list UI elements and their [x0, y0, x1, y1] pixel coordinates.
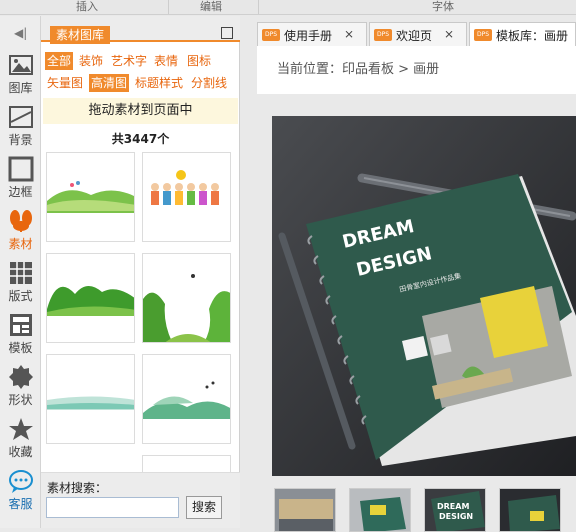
sidebar-item-template[interactable]: 模板 — [0, 312, 41, 364]
sidebar-item-label: 边框 — [8, 185, 33, 199]
dps-badge: DPS — [474, 29, 492, 41]
material-thumbnail[interactable] — [142, 152, 231, 242]
category-emoji[interactable]: 表情 — [152, 52, 180, 70]
background-icon — [8, 106, 33, 128]
tab-label: 欢迎页 — [396, 29, 433, 43]
page-thumbnail[interactable]: DREAM DESIGN — [424, 488, 486, 532]
sidebar-item-gallery[interactable]: 图库 — [0, 52, 41, 104]
sidebar-item-shape[interactable]: 形状 — [0, 364, 41, 416]
layout-icon — [9, 262, 32, 284]
category-decoration[interactable]: 装饰 — [77, 52, 105, 70]
ribbon-group-insert: 插入 — [76, 0, 98, 13]
sidebar-item-layout[interactable]: 版式 — [0, 260, 41, 312]
tab-label: 使用手册 — [284, 29, 333, 43]
sidebar-item-label: 背景 — [8, 133, 33, 147]
chat-icon — [8, 470, 33, 493]
category-word-art[interactable]: 艺术字 — [109, 52, 149, 70]
sidebar-item-favorites[interactable]: 收藏 — [0, 416, 41, 468]
sidebar-item-material[interactable]: 素材 — [0, 208, 41, 260]
page-thumbnail[interactable] — [274, 488, 336, 532]
material-icon — [9, 210, 32, 232]
page-thumbnail[interactable] — [499, 488, 561, 532]
tab-label: 模板库：画册 — [496, 29, 569, 43]
material-search-area: 素材搜索： 搜索 — [41, 472, 240, 528]
shape-icon — [8, 365, 33, 389]
search-label: 素材搜索： — [47, 481, 108, 495]
sidebar-item-border[interactable]: 边框 — [0, 156, 41, 208]
sidebar-item-label: 素材 — [8, 237, 33, 251]
close-icon[interactable]: ⨯ — [444, 27, 454, 41]
svg-text:DESIGN: DESIGN — [439, 512, 473, 521]
sidebar-item-label: 形状 — [8, 393, 33, 407]
material-thumbnail[interactable] — [142, 354, 231, 444]
material-search-input[interactable] — [46, 497, 179, 518]
dps-badge: DPS — [262, 29, 280, 41]
close-icon[interactable]: ⨯ — [344, 27, 354, 41]
expand-icon[interactable] — [221, 27, 233, 39]
panel-header: 素材图库 — [41, 16, 240, 44]
ribbon-group-edit: 编辑 — [200, 0, 222, 13]
page-thumbnail[interactable] — [349, 488, 411, 532]
sidebar-item-label: 版式 — [8, 289, 33, 303]
ribbon-group-font: 字体 — [432, 0, 454, 13]
template-icon — [9, 314, 32, 336]
drag-hint: 拖动素材到页面中 — [43, 98, 238, 124]
breadcrumb: 当前位置：印品看板 > 画册 — [277, 62, 440, 77]
main-content: 当前位置：印品看板 > 画册 DREAM DESIGN 田骨室内设计作品集 DR… — [257, 46, 576, 532]
category-divider[interactable]: 分割线 — [189, 74, 229, 92]
material-thumbnail[interactable] — [46, 253, 135, 343]
tab-welcome[interactable]: DPS 欢迎页 ⨯ — [369, 22, 467, 46]
dps-badge: DPS — [374, 29, 392, 41]
gallery-icon — [8, 55, 33, 75]
sidebar-item-label: 收藏 — [8, 445, 33, 459]
material-count: 共3447个 — [111, 132, 170, 146]
left-toolbar: ◀| 图库 背景 边框 素材 版式 模板 形状 收藏 客服 — [0, 16, 41, 528]
category-icons[interactable]: 图标 — [185, 52, 213, 70]
category-hd[interactable]: 高清图 — [89, 74, 130, 92]
ribbon-group-labels: 插入 编辑 字体 — [0, 0, 576, 15]
document-tabs: DPS 使用手册 ⨯ DPS 欢迎页 ⨯ DPS 模板库：画册 — [257, 20, 576, 46]
category-vector[interactable]: 矢量图 — [45, 74, 85, 92]
search-button[interactable]: 搜索 — [186, 496, 222, 519]
tab-template-album[interactable]: DPS 模板库：画册 — [469, 22, 576, 46]
tab-manual[interactable]: DPS 使用手册 ⨯ — [257, 22, 367, 46]
album-cover-photo[interactable]: DREAM DESIGN 田骨室内设计作品集 — [272, 116, 576, 476]
sidebar-item-background[interactable]: 背景 — [0, 104, 41, 156]
sidebar-item-label: 模板 — [8, 341, 33, 355]
material-thumbnail[interactable] — [46, 354, 135, 444]
sidebar-item-label: 客服 — [8, 497, 33, 511]
preview-stage: DREAM DESIGN 田骨室内设计作品集 DREAM DESIGN — [257, 94, 576, 532]
material-panel: 素材图库 全部 装饰 艺术字 表情 图标 矢量图 高清图 标题样式 分割线 拖动… — [41, 16, 240, 528]
sidebar-item-label: 图库 — [8, 81, 33, 95]
border-icon — [8, 156, 33, 182]
svg-text:DREAM: DREAM — [437, 502, 469, 511]
panel-title: 素材图库 — [50, 26, 111, 44]
category-title-style[interactable]: 标题样式 — [133, 74, 185, 92]
material-thumbnail[interactable] — [46, 152, 135, 242]
star-icon — [8, 418, 33, 440]
category-all[interactable]: 全部 — [45, 52, 74, 70]
material-thumbnail[interactable] — [142, 253, 231, 343]
collapse-panel-icon[interactable]: ◀| — [14, 26, 27, 40]
sidebar-item-service[interactable]: 客服 — [0, 468, 41, 520]
